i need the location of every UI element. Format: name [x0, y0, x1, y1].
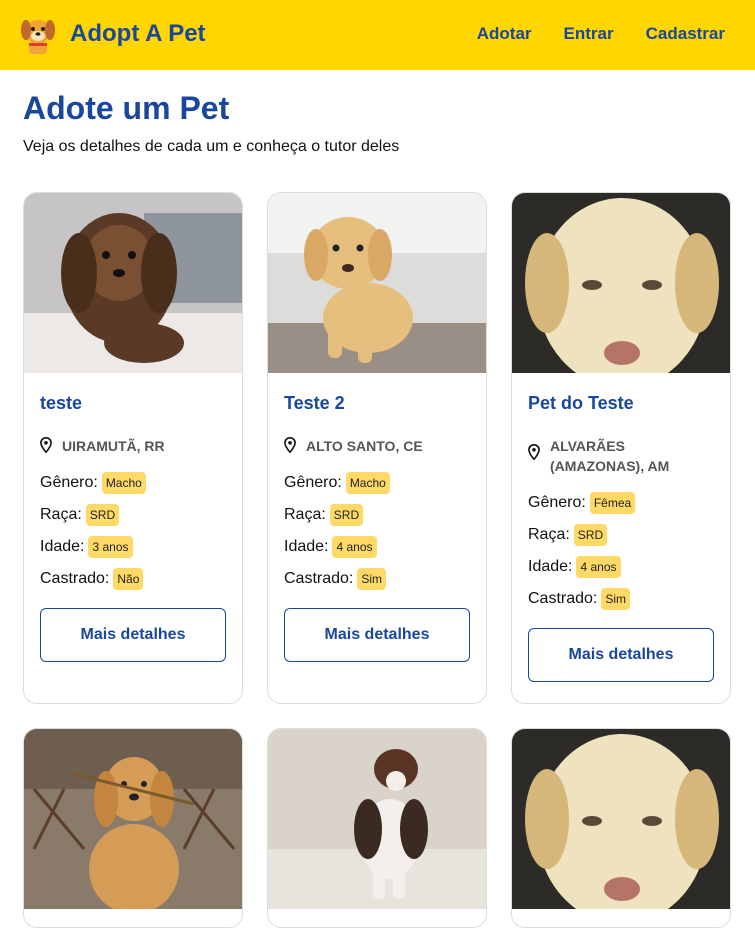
location-pin-icon	[40, 437, 52, 453]
pet-card: Pet do Teste ALVARÃES (AMAZONAS), AM Gên…	[511, 192, 731, 704]
age-badge: 4 anos	[576, 556, 621, 578]
pet-gender: Gênero: Macho	[40, 472, 226, 494]
neutered-badge: Não	[113, 568, 144, 590]
top-navbar: Adopt A Pet Adotar Entrar Cadastrar	[0, 0, 755, 70]
pet-card: teste UIRAMUTÃ, RR Gênero: Macho Raça: S…	[23, 192, 243, 704]
pet-age: Idade: 3 anos	[40, 536, 226, 558]
neutered-label: Castrado:	[528, 590, 598, 607]
brand-name: Adopt A Pet	[70, 20, 206, 47]
brand[interactable]: Adopt A Pet	[18, 12, 206, 56]
pet-breed: Raça: SRD	[40, 504, 226, 526]
age-badge: 3 anos	[88, 536, 133, 558]
gender-badge: Macho	[345, 472, 390, 494]
pet-name: teste	[40, 393, 83, 413]
pet-photo	[268, 729, 486, 909]
pet-photo	[24, 729, 242, 909]
pet-neutered: Castrado: Sim	[528, 588, 714, 610]
age-badge: 4 anos	[332, 536, 377, 558]
pet-breed: Raça: SRD	[284, 504, 470, 526]
nav-entrar-link[interactable]: Entrar	[564, 24, 614, 44]
neutered-badge: Sim	[357, 568, 387, 590]
location-pin-icon	[284, 437, 296, 453]
breed-badge: SRD	[329, 504, 364, 526]
breed-badge: SRD	[85, 504, 120, 526]
pet-neutered: Castrado: Sim	[284, 568, 470, 590]
pet-gender: Gênero: Macho	[284, 472, 470, 494]
breed-badge: SRD	[573, 524, 608, 546]
pet-neutered: Castrado: Não	[40, 568, 226, 590]
gender-badge: Fêmea	[589, 492, 636, 514]
pet-photo	[512, 729, 730, 909]
neutered-label: Castrado:	[284, 570, 354, 587]
pet-card	[267, 728, 487, 928]
location-pin-icon	[528, 444, 540, 460]
gender-label: Gênero:	[40, 474, 98, 491]
pet-location-text: UIRAMUTÃ, RR	[62, 438, 165, 454]
gender-badge: Macho	[101, 472, 146, 494]
pet-photo	[268, 193, 486, 373]
nav-adotar-link[interactable]: Adotar	[477, 24, 532, 44]
neutered-badge: Sim	[601, 588, 631, 610]
pet-photo	[512, 193, 730, 373]
dog-logo-icon	[21, 20, 55, 54]
pet-location: UIRAMUTÃ, RR	[40, 436, 226, 456]
main-nav: Adotar Entrar Cadastrar	[477, 24, 725, 44]
gender-label: Gênero:	[284, 474, 342, 491]
breed-label: Raça:	[284, 506, 326, 523]
breed-label: Raça:	[528, 526, 570, 543]
pet-location-text: ALVARÃES (AMAZONAS), AM	[550, 438, 670, 474]
more-details-button[interactable]: Mais detalhes	[40, 608, 226, 662]
more-details-button[interactable]: Mais detalhes	[528, 628, 714, 682]
pet-photo	[24, 193, 242, 373]
pet-age: Idade: 4 anos	[528, 556, 714, 578]
age-label: Idade:	[40, 538, 85, 555]
more-details-button[interactable]: Mais detalhes	[284, 608, 470, 662]
pet-name: Teste 2	[284, 393, 345, 413]
age-label: Idade:	[528, 558, 573, 575]
pet-location: ALVARÃES (AMAZONAS), AM	[528, 436, 714, 476]
pet-card	[511, 728, 731, 928]
pet-location-text: ALTO SANTO, CE	[306, 438, 423, 454]
age-label: Idade:	[284, 538, 329, 555]
pet-location: ALTO SANTO, CE	[284, 436, 470, 456]
pet-card: Teste 2 ALTO SANTO, CE Gênero: Macho Raç…	[267, 192, 487, 704]
gender-label: Gênero:	[528, 494, 586, 511]
breed-label: Raça:	[40, 506, 82, 523]
pet-gender: Gênero: Fêmea	[528, 492, 714, 514]
neutered-label: Castrado:	[40, 570, 110, 587]
pet-card	[23, 728, 243, 928]
pet-breed: Raça: SRD	[528, 524, 714, 546]
page-subtitle: Veja os detalhes de cada um e conheça o …	[23, 138, 400, 155]
page-title: Adote um Pet	[23, 90, 230, 126]
nav-cadastrar-link[interactable]: Cadastrar	[646, 24, 725, 44]
pet-age: Idade: 4 anos	[284, 536, 470, 558]
pet-name: Pet do Teste	[528, 393, 634, 413]
